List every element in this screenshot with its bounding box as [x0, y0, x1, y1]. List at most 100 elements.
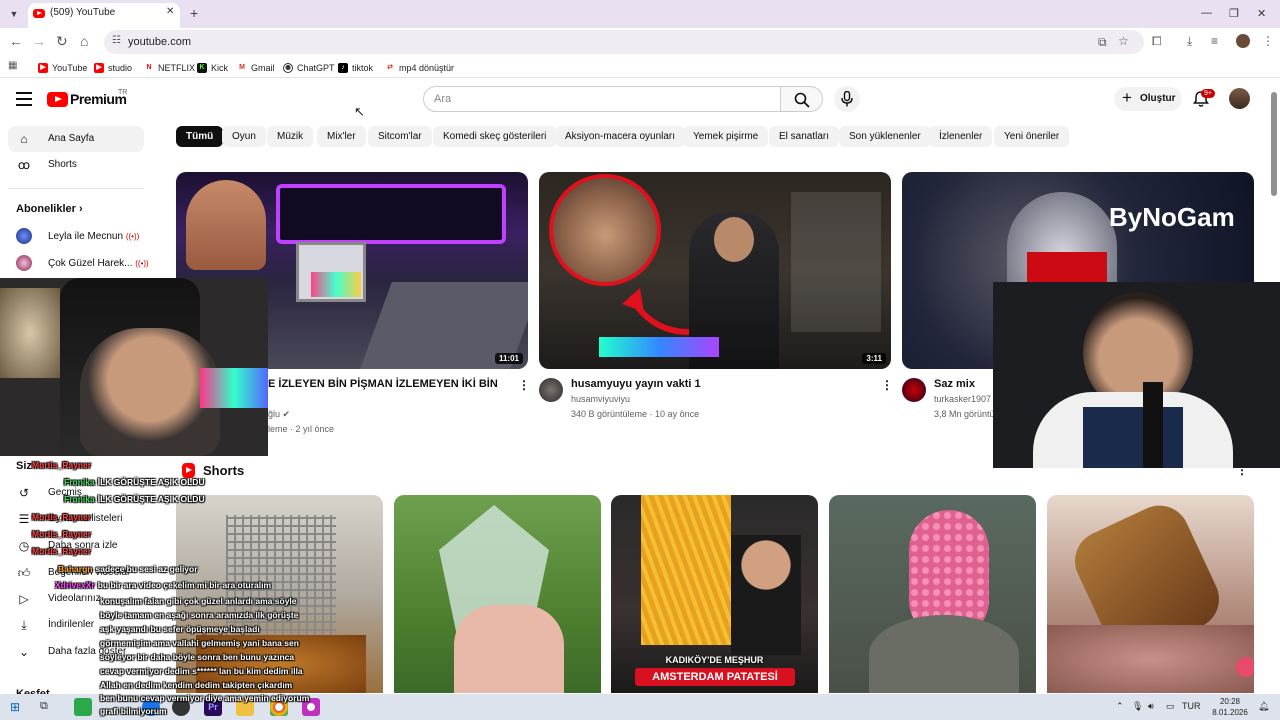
- restore-icon[interactable]: ❐: [1229, 7, 1239, 20]
- bookmark-chatgpt[interactable]: ✺ ChatGPT: [283, 61, 335, 75]
- back-icon[interactable]: ←: [9, 34, 23, 48]
- channel-avatar[interactable]: [16, 255, 32, 271]
- bookmark-mp4-converter[interactable]: ⇄ mp4 dönüştür: [385, 61, 454, 75]
- bookmark-studio[interactable]: ▶ studio: [94, 61, 132, 75]
- download-icon: ⤓: [21, 618, 27, 632]
- media-control-icon[interactable]: ≡: [1211, 34, 1218, 48]
- chip[interactable]: Yemek pişirme: [683, 126, 769, 147]
- video-thumbnail[interactable]: 3:11: [539, 172, 891, 369]
- chip[interactable]: İzlenenler: [929, 126, 993, 147]
- bookmark-gmail[interactable]: M Gmail: [237, 61, 275, 75]
- tab-search-chevron-icon[interactable]: ▼: [6, 6, 22, 22]
- notification-count-badge: 9+: [1201, 89, 1215, 98]
- sidebar-item-label: İndirilenler: [48, 619, 95, 630]
- account-avatar[interactable]: [1229, 88, 1250, 109]
- video-channel[interactable]: husamviyuviyu: [571, 394, 630, 404]
- short-thumbnail[interactable]: [394, 495, 601, 693]
- streamer-webcam-right: [993, 282, 1280, 468]
- short-thumbnail[interactable]: [176, 495, 383, 693]
- video-channel[interactable]: ğlu ✔: [268, 409, 290, 420]
- taskbar-app-icon[interactable]: [74, 698, 92, 716]
- video-title[interactable]: Saz mix: [934, 378, 975, 390]
- window-close-icon[interactable]: ✕: [1257, 7, 1266, 20]
- video-title[interactable]: E İZLEYEN BİN PİŞMAN İZLEMEYEN İKİ BİN: [268, 378, 498, 390]
- clock[interactable]: 20:28 8.01.2026: [1212, 696, 1248, 718]
- thumbnail-artwork: [311, 272, 361, 297]
- apps-grid-icon[interactable]: ▦: [8, 60, 17, 71]
- volume-icon[interactable]: 🔊︎: [1148, 701, 1154, 712]
- chip[interactable]: Sitcom'lar: [368, 126, 432, 147]
- browser-tab[interactable]: (509) YouTube ✕: [28, 3, 180, 28]
- chip-all[interactable]: Tümü: [176, 126, 224, 147]
- subscriptions-title[interactable]: Abonelikler ›: [16, 203, 83, 215]
- you-section-title[interactable]: Siz: [16, 460, 32, 472]
- chat-message: cevap vermiyor dedim s****** lan bu kim …: [100, 666, 303, 676]
- microphone-tray-icon[interactable]: 🎙︎: [1132, 701, 1143, 712]
- bookmark-tiktok[interactable]: ♪ tiktok: [338, 61, 373, 75]
- profile-avatar[interactable]: [1236, 34, 1250, 48]
- chip[interactable]: Komedi skeç gösterileri: [433, 126, 557, 147]
- short-floating-button[interactable]: [1236, 657, 1254, 677]
- video-channel[interactable]: turkasker1907: [934, 394, 991, 404]
- language-indicator[interactable]: TUR: [1182, 701, 1201, 711]
- chat-username: Mortis_Rayner: [32, 546, 92, 556]
- task-view-icon[interactable]: ⧉: [40, 700, 48, 713]
- sidebar-item-shorts[interactable]: ꝏ Shorts: [8, 152, 144, 178]
- voice-search-button[interactable]: [834, 86, 860, 112]
- short-thumbnail[interactable]: KADIKÖY'DE MEŞHUR AMSTERDAM PATATESİ: [611, 495, 818, 693]
- bookmark-netflix[interactable]: N NETFLIX: [144, 61, 195, 75]
- chip[interactable]: Mix'ler: [317, 126, 366, 147]
- home-icon[interactable]: ⌂: [80, 34, 88, 48]
- more-options-icon[interactable]: ⋮: [881, 378, 893, 392]
- windows-start-icon[interactable]: ⊞: [10, 700, 20, 714]
- site-info-icon[interactable]: ☷: [112, 35, 121, 46]
- chat-message: ben bunu cevap vermiyor diye ama yemin e…: [100, 693, 309, 703]
- chip[interactable]: Son yüklenenler: [839, 126, 931, 147]
- chip[interactable]: Müzik: [267, 126, 314, 147]
- bookmark-kick[interactable]: K Kick: [197, 61, 228, 75]
- sidebar-subscription[interactable]: Çok Güzel Harek... ((•)): [48, 258, 149, 269]
- page-scrollbar-thumb[interactable]: [1271, 92, 1277, 196]
- forward-icon[interactable]: →: [32, 34, 46, 48]
- chip[interactable]: Yeni öneriler: [994, 126, 1070, 147]
- search-button[interactable]: [781, 86, 823, 112]
- reload-icon[interactable]: ↻: [56, 34, 68, 48]
- create-button[interactable]: + Oluştur: [1114, 87, 1182, 111]
- tab-close-icon[interactable]: ✕: [166, 6, 174, 17]
- video-title[interactable]: husamyuyu yayın vakti 1: [571, 378, 701, 390]
- channel-avatar[interactable]: [902, 378, 926, 402]
- chip[interactable]: Oyun: [222, 126, 266, 147]
- downloads-icon[interactable]: ⤓: [1187, 34, 1192, 49]
- tray-chevron-icon[interactable]: ⌃: [1116, 701, 1124, 712]
- chat-message: aşk yaşandı bu sefer öpüşmeye başladı: [100, 624, 260, 634]
- bookmark-star-icon[interactable]: ☆: [1118, 34, 1129, 48]
- minimize-icon[interactable]: —: [1201, 7, 1212, 19]
- more-menu-icon[interactable]: ⋮: [1262, 34, 1274, 48]
- playlist-icon: ☰: [18, 512, 30, 526]
- search-input[interactable]: [434, 93, 764, 105]
- sidebar-item-home[interactable]: ⌂ Ana Sayfa: [8, 126, 144, 152]
- more-options-icon[interactable]: ⋮: [518, 378, 530, 392]
- menu-hamburger-icon[interactable]: [16, 92, 32, 106]
- thumbnail-streamer-face: [549, 174, 661, 286]
- channel-avatar[interactable]: [539, 378, 563, 402]
- sidebar-subscription[interactable]: Leyla ile Mecnun ((•)): [48, 231, 139, 242]
- short-thumbnail[interactable]: [1047, 495, 1254, 693]
- extensions-icon[interactable]: ⧠: [1152, 34, 1162, 49]
- address-bar[interactable]: ☷ youtube.com ⧉ ☆: [104, 30, 1144, 54]
- new-tab-icon[interactable]: +: [190, 6, 198, 20]
- network-icon[interactable]: ▭: [1166, 701, 1175, 712]
- bookmark-youtube[interactable]: ▶ YouTube: [38, 61, 87, 75]
- plus-icon: +: [1122, 88, 1132, 107]
- install-app-icon[interactable]: ⧉: [1098, 35, 1107, 50]
- youtube-logo-icon[interactable]: [47, 92, 68, 107]
- chat-message: görmemişim ama vallahi gelmemiş yani ban…: [100, 638, 299, 648]
- channel-avatar[interactable]: [16, 228, 32, 244]
- chip[interactable]: Aksiyon-macera oyunları: [555, 126, 686, 147]
- live-indicator-icon: ((•)): [135, 259, 149, 268]
- short-thumbnail[interactable]: [829, 495, 1036, 693]
- notification-center-icon[interactable]: 🔔︎: [1258, 701, 1269, 712]
- chat-message: Allah en dedim kendim dedim takipten çık…: [100, 680, 292, 690]
- chip[interactable]: El sanatları: [769, 126, 840, 147]
- short-caption: KADIKÖY'DE MEŞHUR: [665, 655, 764, 665]
